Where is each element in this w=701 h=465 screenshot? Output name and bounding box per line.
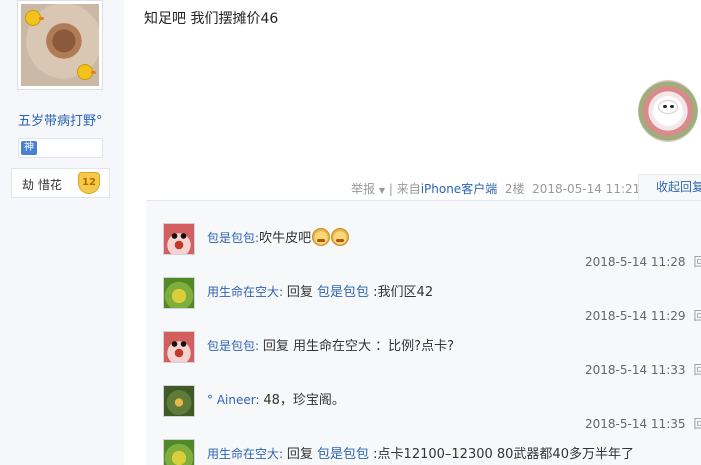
reply-to-user[interactable]: 包是包包 [317,447,369,462]
reply-text: 48，珍宝阁。 [263,393,345,408]
reply-text: :我们区42 [369,285,434,300]
client-link[interactable]: iPhone客户端 [421,182,498,196]
reply-item: 包是包包: 回复 用生命在空大 ：比例?点卡? 2018-5-14 11:33 回… [146,315,701,377]
post-meta: 举报 ▼ | 来自iPhone客户端 2楼 2018-05-14 11:21 [351,180,640,197]
honor-name: 劫 惜花 [22,178,62,192]
reply-line: 包是包包:吹牛皮吧 [207,227,350,246]
sticker-image [638,80,698,142]
reply-username[interactable]: 用生命在空大 [207,447,279,461]
duck-icon [77,64,96,80]
reply-text: 吹牛皮吧 [259,231,312,246]
reply-avatar[interactable] [163,385,195,417]
reply-word: 回复 [262,339,294,354]
reply-avatar[interactable] [163,439,195,465]
reply-avatar[interactable] [163,331,195,363]
user-name[interactable]: 五岁带病打野° [18,110,103,129]
reply-line: 包是包包: 回复 用生命在空大 ：比例?点卡? [207,335,454,354]
reply-colon: : [255,339,263,353]
reply-to-user[interactable]: 用生命在空大 [293,339,371,354]
duck-icon [25,10,44,26]
honor-row[interactable]: 劫 惜花 12 [11,168,110,198]
reply-line: 用生命在空大: 回复 包是包包 :点卡12100–12300 80武器都40多万… [207,443,634,462]
user-sidebar: 五岁带病打野° 神 劫 惜花 12 [0,0,124,465]
smiley-icon [312,228,331,246]
reply-item: 用生命在空大: 回复 包是包包 :点卡12100–12300 80武器都40多万… [146,423,701,465]
reply-to-user[interactable]: 包是包包 [317,285,369,300]
reply-word: 回复 [286,447,318,462]
avatar-image [21,4,99,86]
report-link[interactable]: 举报 ▼ [351,182,385,196]
sticker-face [658,100,678,114]
reply-text: :点卡12100–12300 80武器都40多万半年了 [369,447,634,462]
reply-item: 包是包包:吹牛皮吧 2018-5-14 11:28回复 [146,207,701,269]
reply-username[interactable]: ° Aineer [207,393,255,407]
reply-colon: : [279,447,287,461]
floor-number: 2楼 [504,182,525,196]
rank-badge: 神 [21,141,37,155]
reply-list: 包是包包:吹牛皮吧 2018-5-14 11:28回复 用生命在空大: 回复 包… [146,200,701,465]
post-datetime: 2018-05-14 11:21 [532,182,641,196]
reply-item: ° Aineer: 48，珍宝阁。 2018-5-14 11:35回复 [146,369,701,431]
reply-item: 用生命在空大: 回复 包是包包 :我们区42 2018-5-14 11:29回复 [146,261,701,323]
post-content: 知足吧 我们摆摊价46 [144,11,279,27]
report-label: 举报 [351,182,376,196]
smiley-icon [331,228,350,246]
collapse-replies-button[interactable]: 收起回复 [638,174,701,201]
reply-text: ：比例?点卡? [371,339,454,354]
reply-username[interactable]: 包是包包 [207,339,255,353]
reply-line: ° Aineer: 48，珍宝阁。 [207,389,345,408]
reply-username[interactable]: 用生命在空大 [207,285,279,299]
level-badge: 12 [78,172,100,194]
sticker-eye [670,105,674,108]
user-avatar[interactable] [17,0,103,90]
sticker-eye [663,105,667,108]
reply-avatar[interactable] [163,223,195,255]
rank-row: 神 [18,138,103,158]
source-prefix: | 来自 [388,182,421,196]
reply-avatar[interactable] [163,277,195,309]
reply-username[interactable]: 包是包包 [207,231,255,245]
reply-line: 用生命在空大: 回复 包是包包 :我们区42 [207,281,433,300]
reply-colon: : [279,285,287,299]
caret-down-icon: ▼ [378,186,385,195]
reply-word: 回复 [286,285,318,300]
